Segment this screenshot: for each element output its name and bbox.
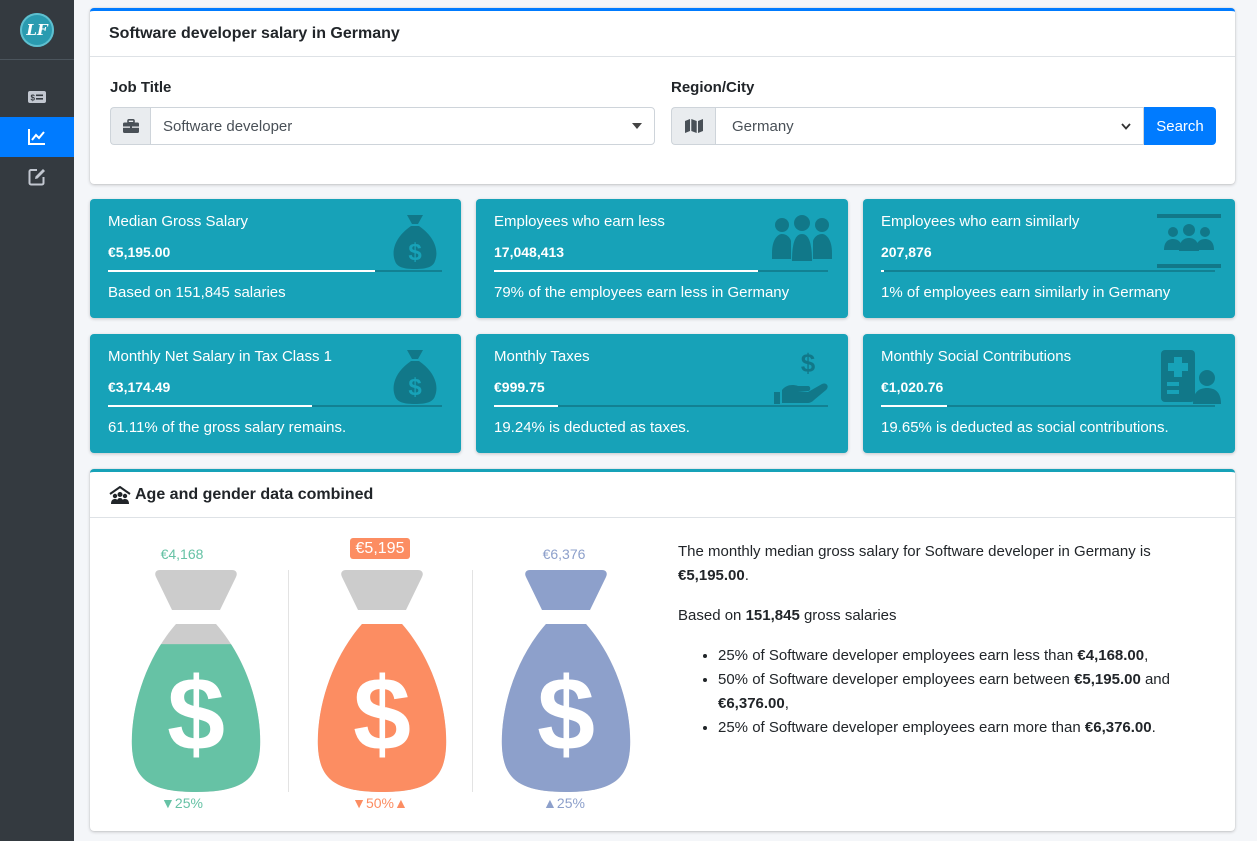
main-content: Software developer salary in Germany Job… (90, 8, 1235, 831)
people-roof-icon (109, 485, 131, 504)
info-box-description: 19.65% is deducted as social contributio… (881, 419, 1169, 436)
people-group-icon (772, 215, 832, 261)
quartile-list: 25% of Software developer employees earn… (678, 644, 1182, 740)
sidebar-item-chart[interactable] (0, 117, 74, 157)
sidebar: LF $ (0, 0, 74, 841)
region-label: Region/City (671, 79, 755, 96)
region-select[interactable]: Germany (715, 107, 1144, 145)
progress-bar (881, 270, 885, 272)
info-box-earn-less: Employees who earn less 17,048,413 79% o… (476, 199, 848, 318)
info-box-grid: Median Gross Salary €5,195.00 Based on 1… (90, 199, 1235, 453)
progress-bar (494, 405, 559, 407)
list-item: 25% of Software developer employees earn… (718, 644, 1182, 668)
salary-description: The monthly median gross salary for Soft… (642, 518, 1182, 818)
bag-percent-label: ▼50%▲ (352, 795, 408, 811)
age-gender-header: Age and gender data combined (90, 472, 1235, 518)
bag-value-label: €5,195 (288, 538, 472, 559)
hand-dollar-icon: $ (774, 348, 828, 404)
bag-neck (155, 570, 237, 610)
map-icon (671, 107, 715, 145)
info-box-description: 1% of employees earn similarly in German… (881, 284, 1171, 301)
info-box-earn-similarly: Employees who earn similarly 207,876 1% … (863, 199, 1235, 318)
info-box-progress (494, 405, 828, 407)
job-title-input-group: Software developer (110, 107, 655, 145)
info-box-progress (881, 405, 1215, 407)
info-box-description: 79% of the employees earn less in German… (494, 284, 790, 301)
bag-value-label: €6,376 (542, 546, 586, 562)
svg-text:$: $ (408, 374, 422, 401)
progress-bar (108, 270, 376, 272)
svg-text:$: $ (801, 348, 816, 378)
caret-down-icon (632, 123, 642, 129)
info-box-net-salary: Monthly Net Salary in Tax Class 1 €3,174… (90, 334, 461, 453)
salary-bags: €4,168 $ ▼25% €5,195 $ ▼50%▲ €6,376 $ ▲2… (90, 518, 642, 818)
sidebar-item-edit[interactable] (0, 157, 74, 197)
info-box-social: Monthly Social Contributions €1,020.76 1… (863, 334, 1235, 453)
bag-median: €5,195 $ ▼50%▲ (288, 518, 472, 818)
bag-neck (525, 570, 607, 610)
info-box-progress (108, 405, 442, 407)
info-box-progress (881, 270, 1215, 272)
search-button[interactable]: Search (1144, 107, 1216, 145)
progress-bar (881, 405, 947, 407)
edit-icon (28, 169, 45, 186)
people-line-icon (1157, 214, 1221, 268)
info-box-taxes: Monthly Taxes €999.75 19.24% is deducted… (476, 334, 848, 453)
progress-bar (108, 405, 313, 407)
money-bag-icon: $ (317, 570, 447, 792)
info-box-median-gross: Median Gross Salary €5,195.00 Based on 1… (90, 199, 461, 318)
bag-percent-label: ▼25% (161, 795, 203, 811)
dollar-sign-icon: $ (353, 657, 411, 773)
logo-area: LF (0, 0, 74, 60)
search-card-title: Software developer salary in Germany (90, 11, 1235, 57)
chart-line-icon (28, 129, 45, 145)
bag-lower-quartile: €4,168 $ ▼25% (90, 518, 274, 818)
svg-text:$: $ (408, 239, 422, 266)
dollar-sign-icon: $ (537, 657, 595, 773)
bag-percent-label: ▲25% (543, 795, 585, 811)
info-box-progress (494, 270, 828, 272)
age-gender-body: €4,168 $ ▼25% €5,195 $ ▼50%▲ €6,376 $ ▲2… (90, 518, 1235, 818)
search-card: Software developer salary in Germany Job… (90, 8, 1235, 184)
age-gender-card: Age and gender data combined €4,168 $ ▼2… (90, 469, 1235, 831)
region-value: Germany (732, 117, 794, 135)
money-bag-icon: $ (393, 215, 437, 269)
progress-bar (494, 270, 758, 272)
info-box-description: 19.24% is deducted as taxes. (494, 419, 690, 436)
bag-neck (341, 570, 423, 610)
info-box-progress (108, 270, 442, 272)
job-title-value: Software developer (163, 117, 293, 135)
money-bag-icon: $ (501, 570, 631, 792)
list-item: 25% of Software developer employees earn… (718, 716, 1182, 740)
bag-upper-quartile: €6,376 $ ▲25% (472, 518, 656, 818)
median-badge: €5,195 (349, 538, 411, 559)
bag-value-label: €4,168 (160, 546, 204, 562)
briefcase-icon (110, 107, 150, 145)
info-box-description: Based on 151,845 salaries (108, 284, 286, 301)
job-title-label: Job Title (110, 79, 172, 96)
region-group: Region/City Germany Search (671, 79, 1216, 145)
money-bag-icon: $ (393, 350, 437, 404)
job-title-group: Job Title Software developer (110, 79, 655, 145)
svg-text:$: $ (31, 94, 36, 103)
search-form: Job Title Software developer Region/City (90, 57, 1235, 145)
logo[interactable]: LF (20, 12, 54, 47)
money-bag-icon: $ (131, 570, 261, 792)
dollar-sign-icon: $ (167, 657, 225, 773)
age-gender-title: Age and gender data combined (135, 485, 374, 503)
money-bill-icon: $ (28, 91, 46, 103)
median-sentence: The monthly median gross salary for Soft… (678, 543, 1151, 584)
sidebar-item-salary[interactable]: $ (0, 77, 74, 117)
job-title-select[interactable]: Software developer (150, 107, 655, 145)
hospital-user-icon (1161, 350, 1221, 404)
chevron-down-icon (1121, 122, 1131, 130)
region-input-group: Germany Search (671, 107, 1216, 145)
sample-sentence: Based on 151,845 gross salaries (678, 607, 897, 624)
list-item: 50% of Software developer employees earn… (718, 668, 1182, 716)
info-box-description: 61.11% of the gross salary remains. (108, 419, 347, 436)
